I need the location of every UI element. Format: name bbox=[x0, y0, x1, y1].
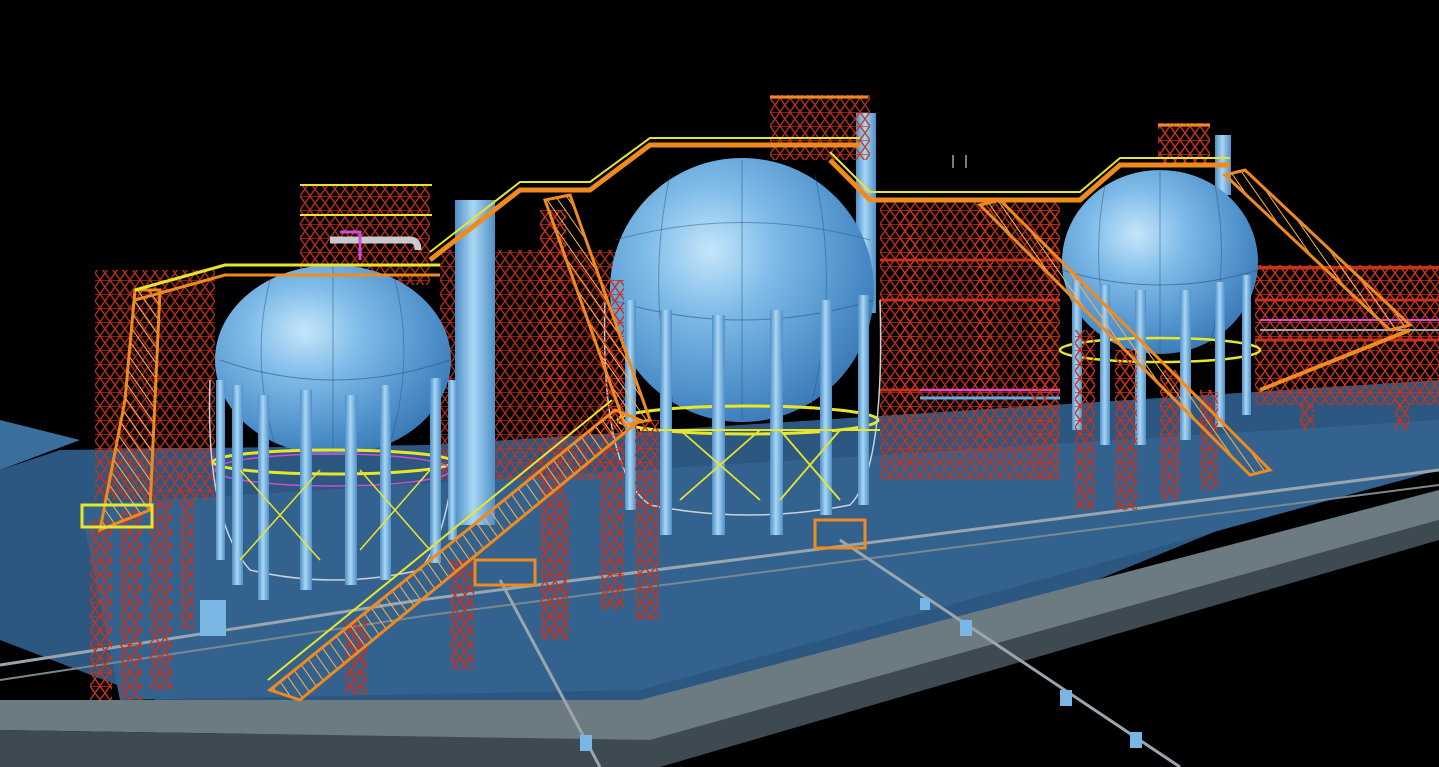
3d-viewport[interactable] bbox=[0, 0, 1439, 767]
plant-model-render bbox=[0, 0, 1439, 767]
vent-stack-left bbox=[455, 200, 495, 525]
